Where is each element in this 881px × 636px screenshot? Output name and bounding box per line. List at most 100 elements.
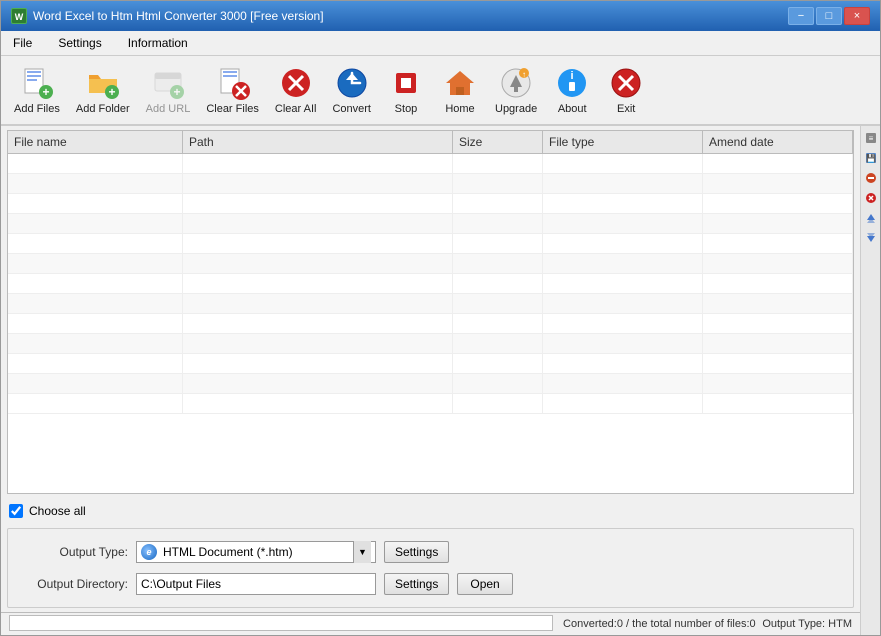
svg-text:W: W [15, 12, 24, 22]
toolbar: + Add Files + Add Folder [1, 56, 880, 126]
exit-button[interactable]: Exit [600, 60, 652, 120]
home-label: Home [445, 103, 474, 115]
clear-files-button[interactable]: Clear Files [199, 60, 266, 120]
col-header-path: Path [183, 131, 453, 153]
output-type-row: Output Type: e HTML Document (*.htm) ▼ S… [18, 541, 843, 563]
about-button[interactable]: i About [546, 60, 598, 120]
progress-section [9, 615, 553, 633]
table-row [8, 314, 853, 334]
col-header-size: Size [453, 131, 543, 153]
upgrade-label: Upgrade [495, 103, 537, 115]
sidebar-stop-btn[interactable] [863, 190, 879, 206]
table-row [8, 254, 853, 274]
menu-information[interactable]: Information [120, 33, 196, 53]
output-type-status: Output Type: HTM [762, 618, 852, 630]
sidebar-move-up-btn[interactable] [863, 210, 879, 226]
svg-text:+: + [108, 85, 115, 99]
sidebar-save-btn[interactable]: 💾 [863, 150, 879, 166]
sidebar-scroll-up-btn[interactable]: ≡ [863, 130, 879, 146]
about-icon: i [554, 65, 590, 101]
title-bar: W Word Excel to Htm Html Converter 3000 … [1, 1, 880, 31]
menu-settings[interactable]: Settings [50, 33, 109, 53]
output-type-settings-button[interactable]: Settings [384, 541, 449, 563]
table-row [8, 174, 853, 194]
ie-icon: e [141, 544, 157, 560]
table-row [8, 214, 853, 234]
output-settings-panel: Output Type: e HTML Document (*.htm) ▼ S… [7, 528, 854, 608]
choose-all-row: Choose all [1, 498, 860, 524]
table-row [8, 334, 853, 354]
output-type-label: Output Type: [18, 545, 128, 559]
converted-status: Converted:0 / the total number of files:… [563, 618, 756, 630]
window-controls: − □ × [788, 7, 870, 25]
table-row [8, 154, 853, 174]
add-files-label: Add Files [14, 103, 60, 115]
table-row [8, 294, 853, 314]
svg-text:+: + [173, 85, 180, 99]
minimize-button[interactable]: − [788, 7, 814, 25]
menu-file[interactable]: File [5, 33, 40, 53]
col-header-filetype: File type [543, 131, 703, 153]
upgrade-icon: ↑ [498, 65, 534, 101]
status-bar: Converted:0 / the total number of files:… [1, 612, 860, 635]
file-table: File name Path Size File type Amend date [7, 130, 854, 494]
open-directory-button[interactable]: Open [457, 573, 512, 595]
table-row [8, 354, 853, 374]
stop-label: Stop [395, 103, 418, 115]
maximize-button[interactable]: □ [816, 7, 842, 25]
convert-icon [334, 65, 370, 101]
output-directory-label: Output Directory: [18, 577, 128, 591]
right-sidebar: ≡ 💾 [860, 126, 880, 635]
clear-files-icon [215, 65, 251, 101]
col-header-filename: File name [8, 131, 183, 153]
choose-all-checkbox[interactable] [9, 504, 23, 518]
add-url-icon: + [150, 65, 186, 101]
svg-text:i: i [571, 70, 574, 82]
add-files-icon: + [19, 65, 55, 101]
main-window: W Word Excel to Htm Html Converter 3000 … [0, 0, 881, 636]
output-type-select[interactable]: e HTML Document (*.htm) ▼ [136, 541, 376, 563]
sidebar-move-down-btn[interactable] [863, 230, 879, 246]
svg-text:↑: ↑ [522, 70, 526, 79]
exit-label: Exit [617, 103, 635, 115]
convert-label: Convert [332, 103, 371, 115]
add-folder-button[interactable]: + Add Folder [69, 60, 137, 120]
table-header: File name Path Size File type Amend date [8, 131, 853, 154]
stop-button[interactable]: Stop [380, 60, 432, 120]
convert-button[interactable]: Convert [325, 60, 378, 120]
add-folder-icon: + [85, 65, 121, 101]
output-directory-input[interactable] [136, 573, 376, 595]
upgrade-button[interactable]: ↑ Upgrade [488, 60, 544, 120]
about-label: About [558, 103, 587, 115]
clear-all-button[interactable]: Clear AIl [268, 60, 324, 120]
output-type-value: HTML Document (*.htm) [161, 545, 353, 559]
clear-all-label: Clear AIl [275, 103, 317, 115]
window-title: Word Excel to Htm Html Converter 3000 [F… [33, 9, 324, 23]
output-directory-row: Output Directory: Settings Open [18, 573, 843, 595]
table-row [8, 394, 853, 414]
svg-text:≡: ≡ [868, 134, 873, 143]
sidebar-remove-btn[interactable] [863, 170, 879, 186]
directory-settings-button[interactable]: Settings [384, 573, 449, 595]
close-button[interactable]: × [844, 7, 870, 25]
exit-icon [608, 65, 644, 101]
app-icon: W [11, 8, 27, 24]
select-arrow-icon[interactable]: ▼ [353, 541, 371, 563]
add-files-button[interactable]: + Add Files [7, 60, 67, 120]
clear-files-label: Clear Files [206, 103, 259, 115]
main-content: File name Path Size File type Amend date [1, 126, 880, 635]
add-url-label: Add URL [146, 103, 191, 115]
table-row [8, 274, 853, 294]
menu-bar: File Settings Information [1, 31, 880, 56]
file-area: File name Path Size File type Amend date [1, 126, 860, 635]
home-icon [442, 65, 478, 101]
table-row [8, 234, 853, 254]
table-row [8, 374, 853, 394]
progress-bar-container [9, 615, 553, 631]
table-body[interactable] [8, 154, 853, 493]
stop-icon [388, 65, 424, 101]
svg-text:+: + [42, 85, 49, 99]
home-button[interactable]: Home [434, 60, 486, 120]
choose-all-label[interactable]: Choose all [29, 504, 86, 518]
clear-all-icon [278, 65, 314, 101]
